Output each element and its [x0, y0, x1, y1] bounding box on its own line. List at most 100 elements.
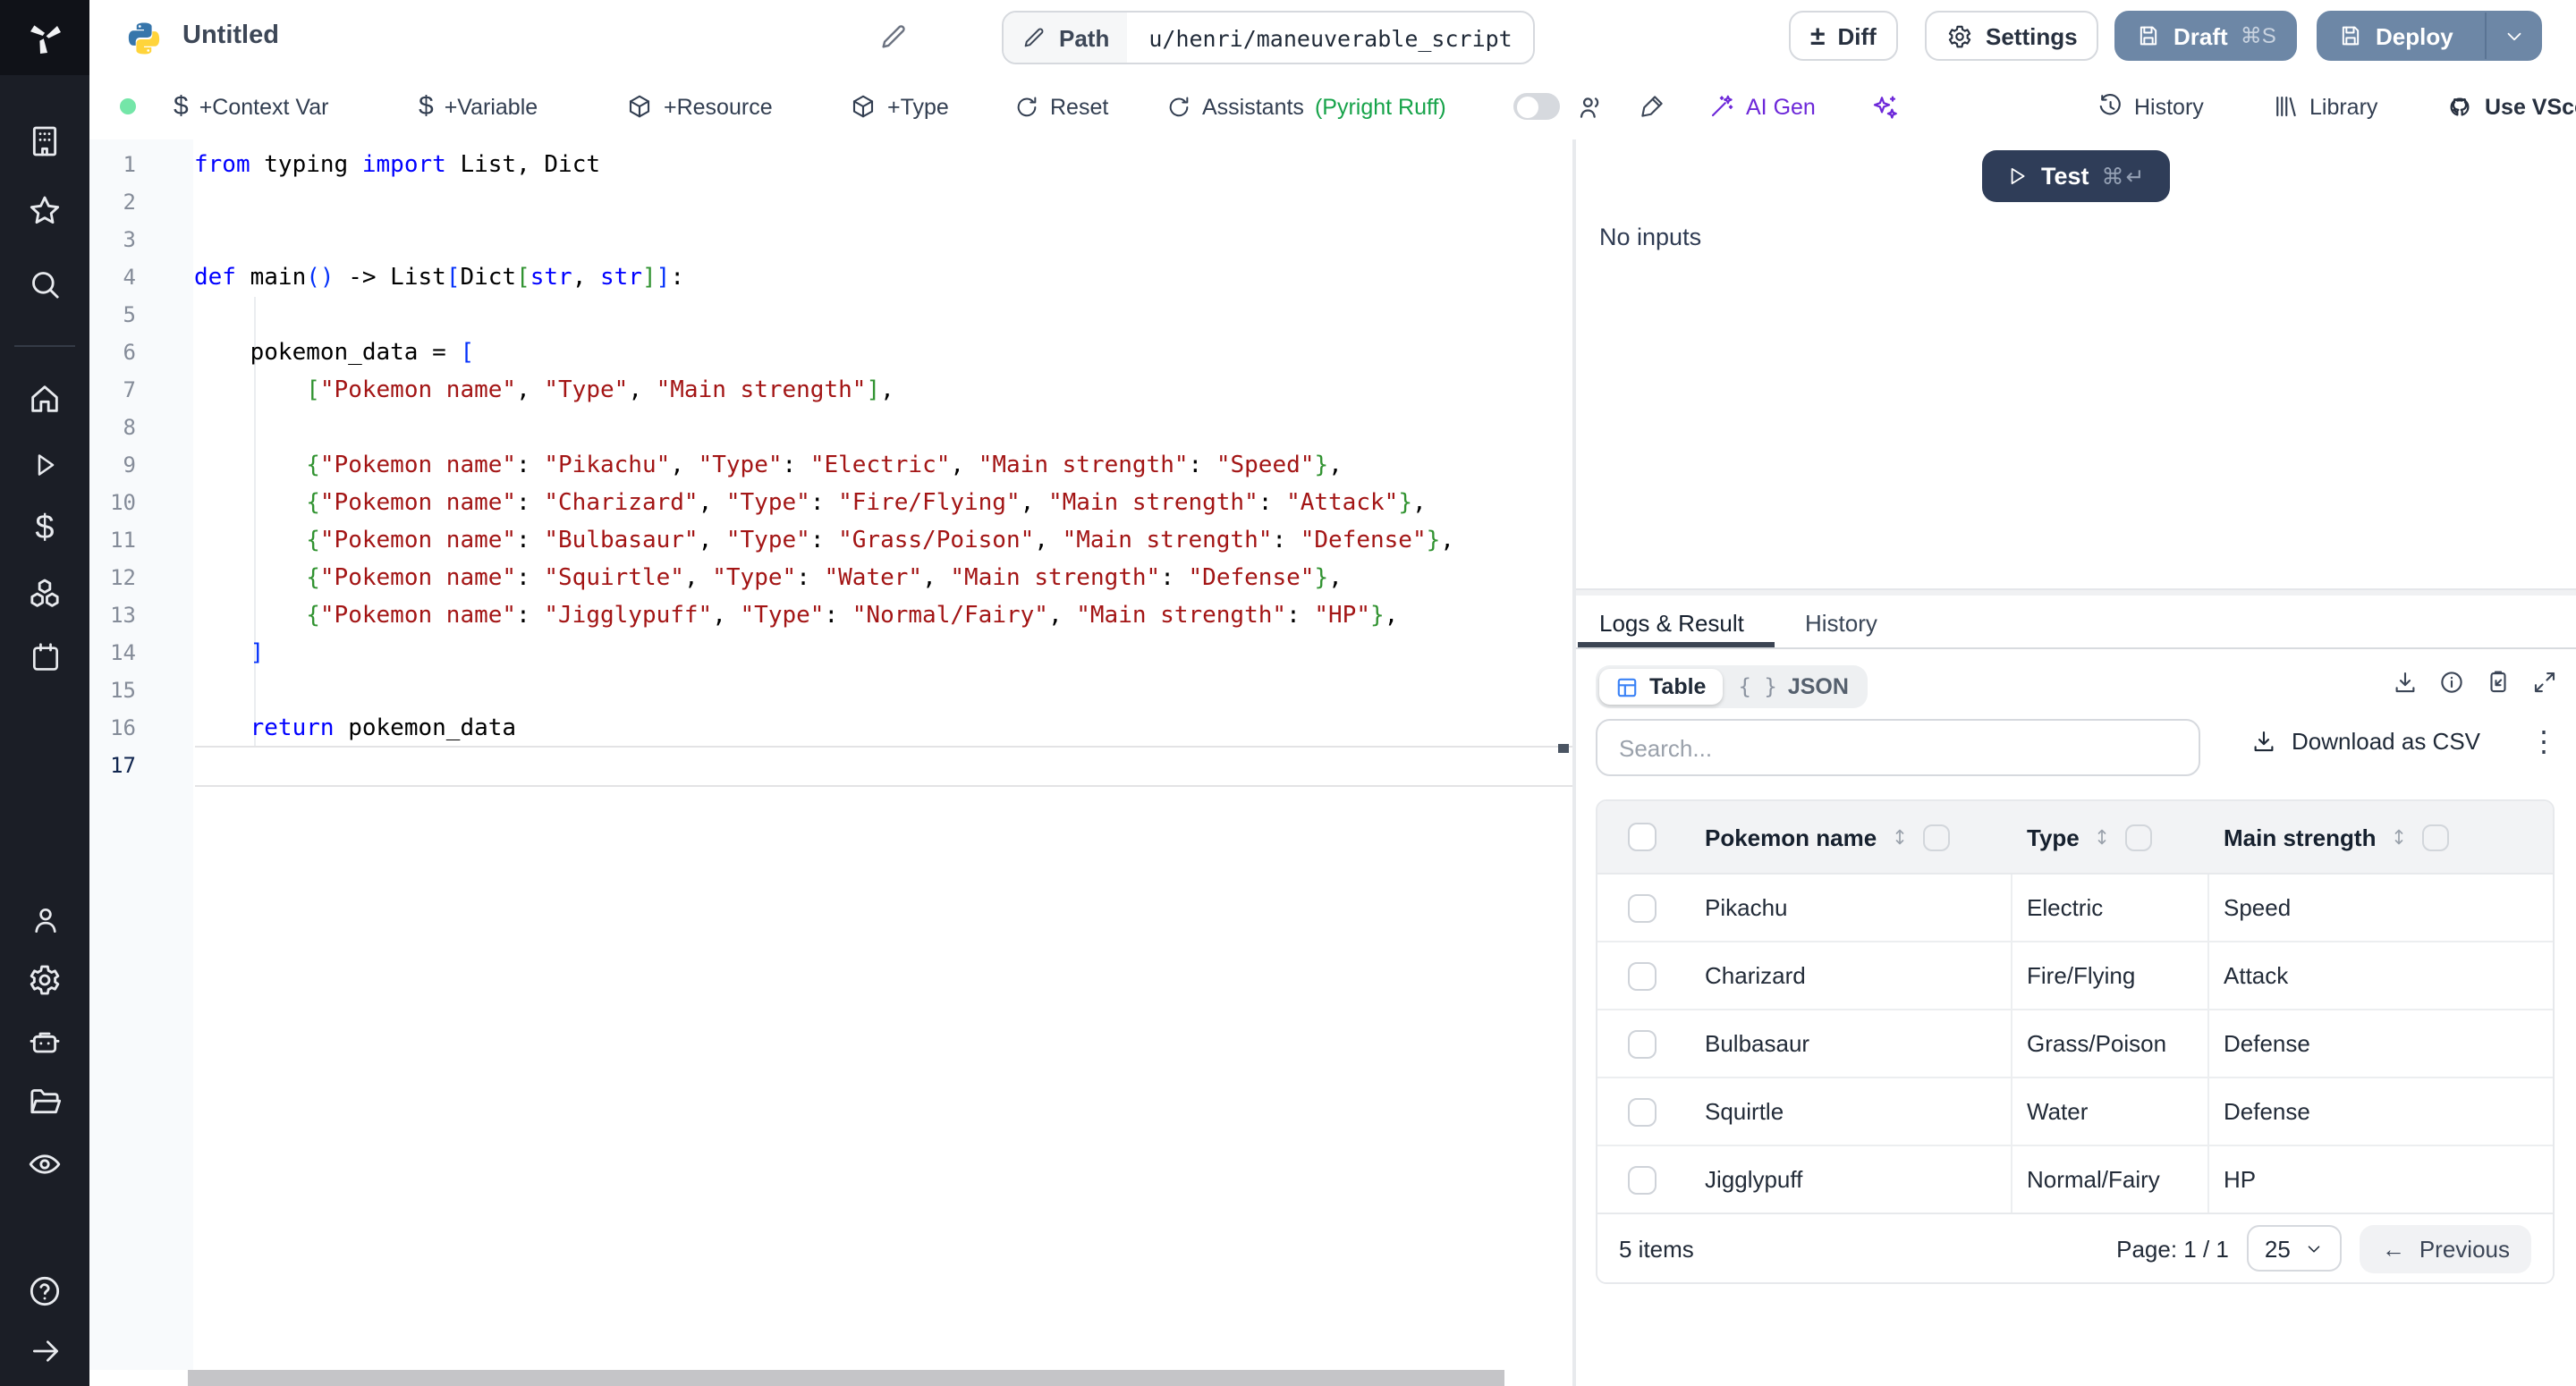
- view-json-option[interactable]: { } JSON: [1722, 669, 1864, 705]
- column-options-box[interactable]: [1923, 824, 1950, 850]
- ai-gen-button[interactable]: AI Gen: [1708, 75, 1816, 138]
- sidebar-folder-icon[interactable]: [0, 1075, 89, 1128]
- column-options-box[interactable]: [2126, 824, 2153, 850]
- code-line-12[interactable]: {"Pokemon name": "Squirtle", "Type": "Wa…: [194, 559, 1572, 596]
- sidebar-arrow-right-icon[interactable]: [0, 1323, 89, 1377]
- row-checkbox[interactable]: [1627, 1097, 1656, 1126]
- play-icon: [2005, 165, 2029, 188]
- sort-icon[interactable]: [2092, 826, 2114, 848]
- code-line-15[interactable]: [194, 672, 1572, 709]
- cell-value: Fire/Flying: [2027, 962, 2135, 989]
- code-line-11[interactable]: {"Pokemon name": "Bulbasaur", "Type": "G…: [194, 521, 1572, 559]
- code-line-10[interactable]: {"Pokemon name": "Charizard", "Type": "F…: [194, 484, 1572, 521]
- diff-button[interactable]: ± Diff: [1789, 11, 1898, 61]
- column-header-main-strength[interactable]: Main strength: [2224, 824, 2376, 850]
- toggle-switch[interactable]: [1513, 93, 1560, 120]
- page-size-select[interactable]: 25: [2247, 1225, 2343, 1272]
- sidebar-play-icon[interactable]: [0, 438, 89, 492]
- format-brush-icon[interactable]: [1639, 75, 1665, 138]
- line-number: 7: [89, 371, 136, 409]
- code-line-6[interactable]: pokemon_data = [: [194, 334, 1572, 371]
- sidebar-building-icon[interactable]: [0, 114, 89, 168]
- python-language-icon: [125, 20, 163, 57]
- sidebar-robot-icon[interactable]: [0, 1016, 89, 1069]
- code-line-5[interactable]: [194, 296, 1572, 334]
- cell-value: Water: [2027, 1098, 2088, 1125]
- add-resource-button[interactable]: +Resource: [626, 75, 773, 138]
- code-line-8[interactable]: [194, 409, 1572, 446]
- sidebar-cubes-icon[interactable]: [0, 567, 89, 621]
- expand-icon[interactable]: [2531, 669, 2558, 696]
- code-line-13[interactable]: {"Pokemon name": "Jigglypuff", "Type": "…: [194, 596, 1572, 634]
- sidebar-help-icon[interactable]: [0, 1264, 89, 1318]
- search-input[interactable]: [1596, 719, 2200, 776]
- code-line-17[interactable]: [194, 745, 1572, 786]
- ai-sparkles-icon[interactable]: [1871, 75, 1900, 138]
- edit-summary-pencil-icon[interactable]: [878, 21, 909, 52]
- previous-page-button[interactable]: ← Previous: [2360, 1224, 2531, 1272]
- row-checkbox[interactable]: [1627, 1029, 1656, 1058]
- test-button[interactable]: Test ⌘↵: [1982, 150, 2170, 202]
- info-icon[interactable]: [2438, 669, 2465, 696]
- code-line-14[interactable]: ]: [194, 634, 1572, 672]
- sidebar-home-icon[interactable]: [0, 372, 89, 426]
- sidebar-star-icon[interactable]: [0, 184, 89, 238]
- row-checkbox[interactable]: [1627, 893, 1656, 922]
- code-line-16[interactable]: return pokemon_data: [194, 709, 1572, 747]
- table-row[interactable]: PikachuElectricSpeed: [1597, 875, 2553, 942]
- table-row[interactable]: SquirtleWaterDefense: [1597, 1078, 2553, 1146]
- arrow-left-icon: ←: [2382, 1235, 2405, 1262]
- path-value[interactable]: u/henri/maneuverable_script: [1127, 13, 1533, 63]
- deploy-options-button[interactable]: [2486, 13, 2541, 59]
- sidebar-eye-icon[interactable]: [0, 1137, 89, 1191]
- multiplayer-toggle[interactable]: [1513, 75, 1560, 138]
- sidebar-user-icon[interactable]: [0, 892, 89, 946]
- select-all-checkbox[interactable]: [1627, 823, 1656, 851]
- add-context-var-button[interactable]: $ +Context Var: [174, 75, 328, 138]
- use-vscode-button[interactable]: Use VScode: [2445, 75, 2576, 138]
- add-variable-button[interactable]: $ +Variable: [419, 75, 538, 138]
- table-row[interactable]: BulbasaurGrass/PoisonDefense: [1597, 1010, 2553, 1078]
- panel-splitter-horizontal[interactable]: [1576, 588, 2576, 596]
- download-icon[interactable]: [2392, 669, 2419, 696]
- path-box[interactable]: Path u/henri/maneuverable_script: [1002, 11, 1536, 64]
- code-line-7[interactable]: ["Pokemon name", "Type", "Main strength"…: [194, 371, 1572, 409]
- table-menu-kebab-icon[interactable]: ⋮: [2529, 724, 2558, 760]
- column-header-pokemon-name[interactable]: Pokemon name: [1705, 824, 1877, 850]
- view-table-option[interactable]: Table: [1599, 669, 1722, 705]
- multiplayer-users-icon[interactable]: [1576, 75, 1605, 138]
- copy-clipboard-icon[interactable]: [2485, 669, 2512, 696]
- table-icon: [1615, 675, 1639, 698]
- download-csv-button[interactable]: Download as CSV: [2250, 728, 2480, 755]
- code-line-9[interactable]: {"Pokemon name": "Pikachu", "Type": "Ele…: [194, 446, 1572, 484]
- sidebar-search-icon[interactable]: [0, 258, 89, 311]
- code-editor[interactable]: 1234567891011121314151617 from typing im…: [89, 139, 1572, 1386]
- table-row[interactable]: JigglypuffNormal/FairyHP: [1597, 1146, 2553, 1213]
- sidebar-gear-icon[interactable]: [0, 953, 89, 1007]
- column-header-type[interactable]: Type: [2027, 824, 2080, 850]
- draft-button[interactable]: Draft ⌘S: [2114, 11, 2298, 61]
- row-checkbox[interactable]: [1627, 1165, 1656, 1194]
- row-checkbox[interactable]: [1627, 961, 1656, 990]
- reset-button[interactable]: Reset: [1014, 75, 1108, 138]
- column-options-box[interactable]: [2422, 824, 2449, 850]
- add-type-button[interactable]: +Type: [850, 75, 949, 138]
- history-button[interactable]: History: [2097, 75, 2204, 138]
- settings-button[interactable]: Settings: [1925, 11, 2099, 61]
- code-line-4[interactable]: def main() -> List[Dict[str, str]]:: [194, 258, 1572, 296]
- table-row[interactable]: CharizardFire/FlyingAttack: [1597, 942, 2553, 1010]
- library-button[interactable]: Library: [2272, 75, 2377, 138]
- tab-history[interactable]: History: [1805, 601, 1877, 646]
- tab-logs-result[interactable]: Logs & Result: [1599, 601, 1744, 646]
- sort-icon[interactable]: [2388, 826, 2410, 848]
- horizontal-scrollbar[interactable]: [188, 1370, 1504, 1386]
- windmill-logo[interactable]: [0, 0, 89, 75]
- code-line-3[interactable]: [194, 221, 1572, 258]
- deploy-button[interactable]: Deploy: [2318, 13, 2473, 59]
- code-line-2[interactable]: [194, 183, 1572, 221]
- sidebar-calendar-icon[interactable]: [0, 630, 89, 683]
- assistants-button[interactable]: Assistants (Pyright Ruff): [1166, 75, 1446, 138]
- code-line-1[interactable]: from typing import List, Dict: [194, 146, 1572, 183]
- sidebar-dollar-icon[interactable]: $: [0, 503, 89, 556]
- sort-icon[interactable]: [1889, 826, 1911, 848]
